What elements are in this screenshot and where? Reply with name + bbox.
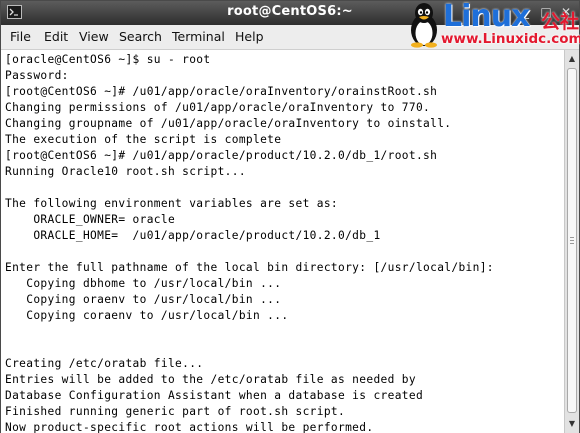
terminal-line: Copying dbhome to /usr/local/bin ... [5,277,282,290]
scrollbar-grip [570,243,574,244]
terminal-line: Changing permissions of /u01/app/oracle/… [5,101,431,114]
scroll-down-arrow-icon[interactable]: ▼ [565,417,579,431]
watermark-brand: Linux [443,0,530,34]
terminal-line: Running Oracle10 root.sh script... [5,165,246,178]
scrollbar-grip [570,237,574,238]
scroll-up-arrow-icon[interactable]: ▲ [565,52,579,66]
terminal-line: Copying coraenv to /usr/local/bin ... [5,309,289,322]
terminal-line: Password: [5,69,69,82]
scrollbar-thumb[interactable] [567,68,577,413]
menu-file[interactable]: File [10,29,31,44]
menu-view[interactable]: View [79,29,109,44]
terminal-line: The execution of the script is complete [5,133,282,146]
watermark-logo: Linux 公社 www.Linuxidc.com [405,0,580,51]
menu-search[interactable]: Search [119,29,162,44]
terminal-line: Database Configuration Assistant when a … [5,389,424,402]
terminal-line: Now product-specific root actions will b… [5,421,374,433]
terminal-output[interactable]: [oracle@CentOS6 ~]$ su - root Password: … [1,50,564,433]
terminal-line: Finished running generic part of root.sh… [5,405,346,418]
watermark-url: www.Linuxidc.com [441,31,580,47]
vertical-scrollbar[interactable]: ▲ ▼ [564,50,579,433]
terminal-line: ORACLE_OWNER= oracle [5,213,176,226]
terminal-line: Creating /etc/oratab file... [5,357,204,370]
watermark-brand-cn: 公社 [541,11,580,33]
menu-terminal[interactable]: Terminal [172,29,225,44]
terminal-line: The following environment variables are … [5,197,339,210]
terminal-line: [root@CentOS6 ~]# /u01/app/oracle/produc… [5,149,438,162]
terminal-line: Entries will be added to the /etc/oratab… [5,373,416,386]
scrollbar-grip [570,240,574,241]
terminal-line: [oracle@CentOS6 ~]$ su - root [5,53,211,66]
menu-help[interactable]: Help [235,29,264,44]
terminal-window: root@CentOS6:~ _ □ ✕ File Edit View Sear… [0,0,580,433]
terminal-line: Enter the full pathname of the local bin… [5,261,494,274]
menu-edit[interactable]: Edit [44,29,68,44]
terminal-line: [root@CentOS6 ~]# /u01/app/oracle/oraInv… [5,85,438,98]
tux-penguin-icon [411,3,437,48]
terminal-line: ORACLE_HOME= /u01/app/oracle/product/10.… [5,229,381,242]
terminal-line: Changing groupname of /u01/app/oracle/or… [5,117,452,130]
terminal-line: Copying oraenv to /usr/local/bin ... [5,293,282,306]
